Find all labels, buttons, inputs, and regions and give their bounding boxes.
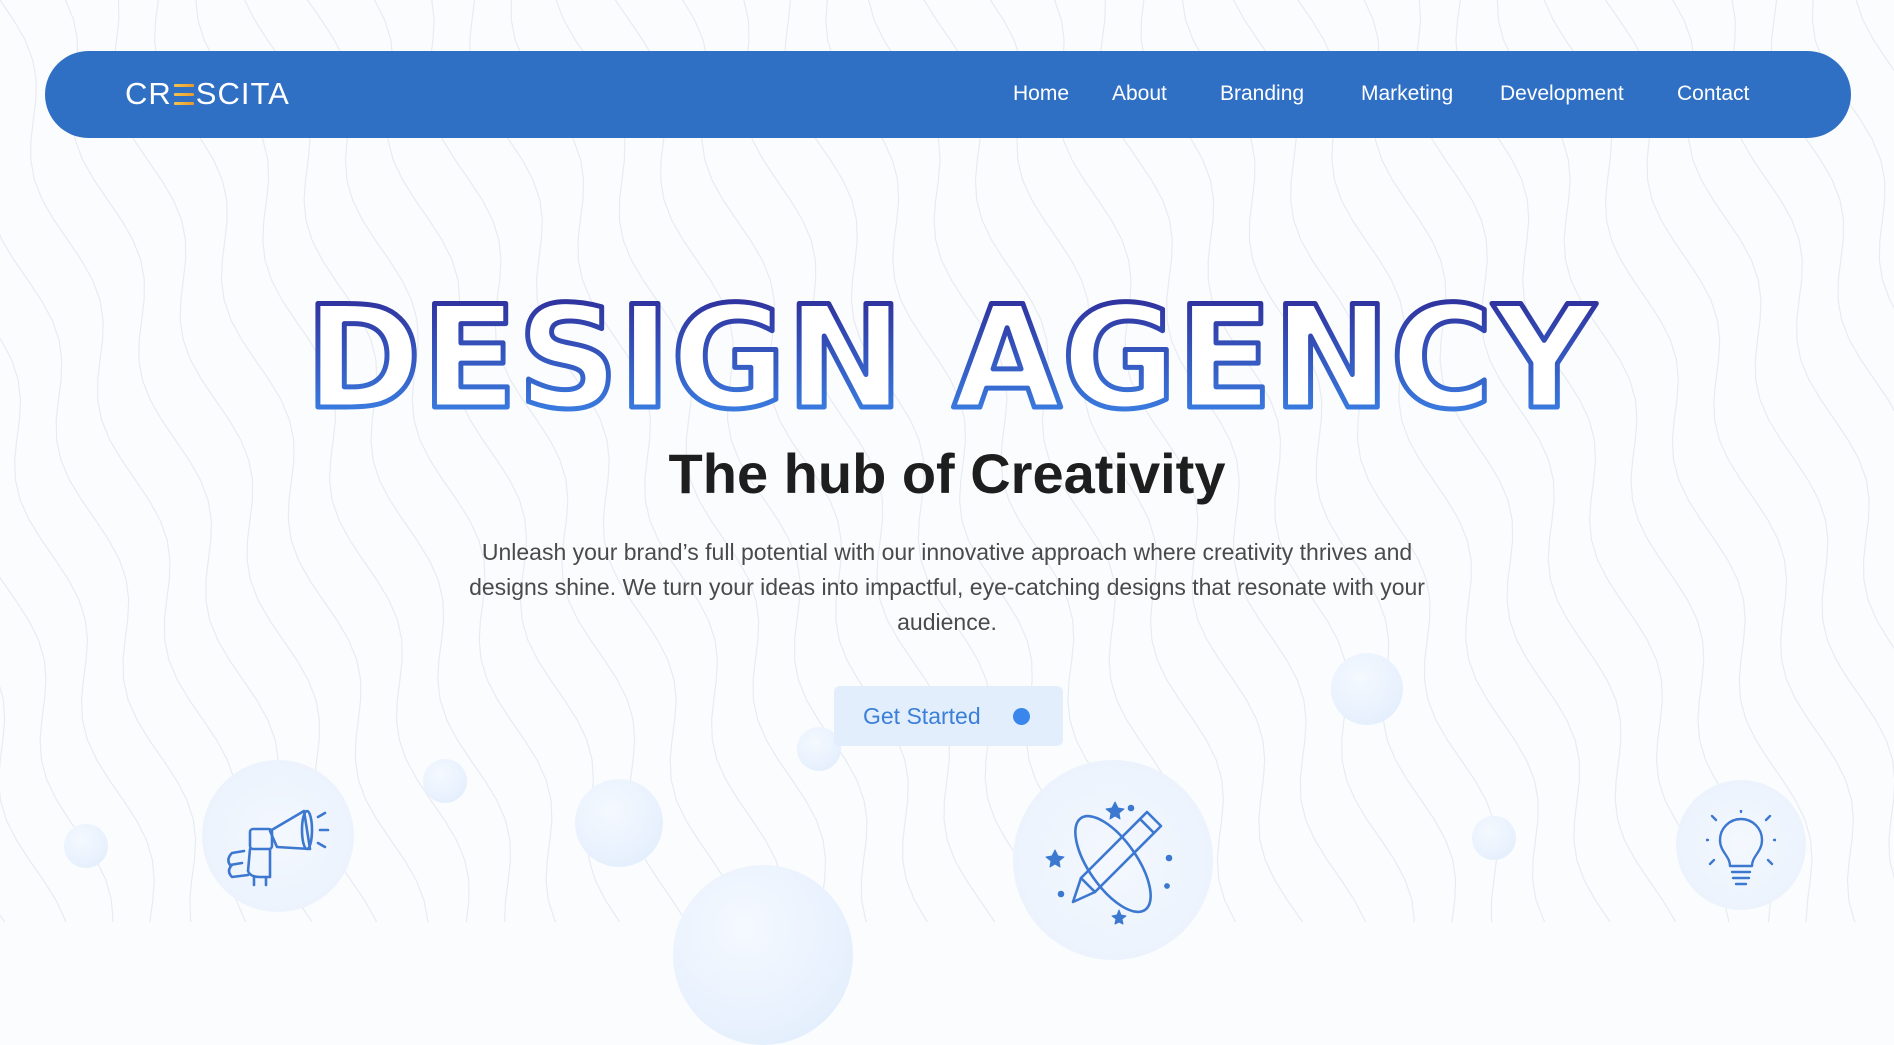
bubble: [423, 759, 467, 803]
nav-about[interactable]: About: [1112, 81, 1167, 107]
cta-dot-icon: [1013, 708, 1030, 725]
nav-links: Home About Branding Marketing Developmen…: [45, 51, 1851, 138]
nav-home[interactable]: Home: [1013, 81, 1069, 107]
bubble: [673, 865, 853, 1045]
nav-contact[interactable]: Contact: [1677, 81, 1749, 107]
pencil-orbit-icon: [1045, 801, 1173, 925]
get-started-button[interactable]: Get Started: [834, 686, 1063, 746]
hero-subtitle: The hub of Creativity: [668, 442, 1226, 505]
nav-marketing[interactable]: Marketing: [1361, 81, 1453, 107]
hero-heading: DESIGN AGENCY: [303, 285, 1600, 420]
hero-description: Unleash your brand’s full potential with…: [469, 539, 1425, 635]
nav-branding[interactable]: Branding: [1220, 81, 1304, 107]
bubble: [1472, 816, 1516, 860]
lightbulb-icon-circle: [1676, 780, 1806, 910]
pencil-orbit-icon-circle: [1013, 760, 1213, 960]
get-started-label: Get Started: [863, 703, 981, 729]
bubble: [1331, 653, 1403, 725]
megaphone-icon: [227, 809, 330, 887]
navbar: CR SCITA Home About Branding Marketing De…: [45, 51, 1851, 138]
lightbulb-icon: [1706, 810, 1776, 886]
bubble: [64, 824, 108, 868]
bubble: [575, 779, 663, 867]
nav-development[interactable]: Development: [1500, 81, 1624, 107]
megaphone-icon-circle: [202, 760, 354, 912]
hero-heading-text: DESIGN AGENCY: [305, 285, 1597, 420]
